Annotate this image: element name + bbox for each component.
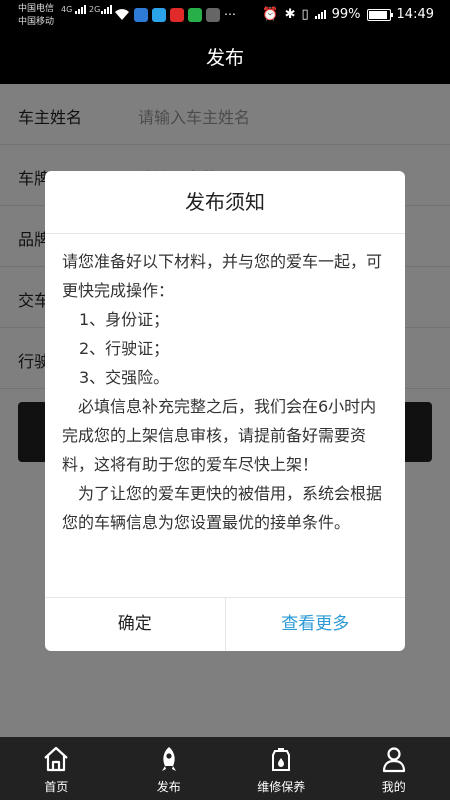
dialog-intro: 请您准备好以下材料，并与您的爱车一起，可更快完成操作：	[62, 252, 383, 300]
tab-mine[interactable]: 我的	[338, 737, 450, 800]
signal-2-icon	[101, 5, 112, 14]
network-type-1: 4G	[61, 5, 73, 14]
confirm-button[interactable]: 确定	[45, 598, 226, 651]
list-item: 3、交强险。	[79, 368, 170, 387]
clock: 14:49	[396, 7, 434, 22]
home-icon	[44, 746, 68, 772]
tab-label: 维修保养	[257, 780, 306, 794]
network-type-2: 2G	[89, 5, 101, 14]
battery-icon	[366, 8, 393, 21]
page-title: 发布	[205, 47, 244, 69]
more-notifications-icon: ⋯	[224, 7, 236, 21]
carrier-info: 中国电信 中国移动	[18, 3, 54, 29]
tab-publish[interactable]: 发布	[113, 737, 226, 800]
user-icon	[382, 747, 405, 773]
app-notification-icon	[134, 8, 148, 22]
app-notification-icon	[206, 8, 220, 22]
tab-label: 我的	[381, 780, 406, 794]
signal-3-icon	[314, 10, 326, 19]
list-item: 2、行驶证；	[79, 339, 170, 358]
app-notification-icon	[188, 8, 202, 22]
network-type: 4G 2G	[61, 5, 112, 14]
tab-label: 发布	[156, 780, 181, 794]
tab-home[interactable]: 首页	[0, 737, 113, 800]
wifi-icon	[115, 9, 129, 20]
view-more-button[interactable]: 查看更多	[226, 598, 406, 651]
signal-icon	[75, 5, 86, 14]
list-item: 1、身份证；	[79, 310, 170, 329]
vibrate-icon: ▯	[301, 7, 309, 22]
dialog-paragraph: 为了让您的爱车更快的被借用，系统会根据您的车辆信息为您设置最优的接单条件。	[62, 484, 383, 532]
tab-maintenance[interactable]: 维修保养	[225, 737, 338, 800]
battery-percent: 99%	[331, 7, 361, 22]
dialog-title: 发布须知	[45, 171, 405, 234]
alarm-icon: ⏰	[262, 7, 279, 22]
tab-label: 首页	[44, 780, 69, 794]
rocket-icon	[161, 747, 176, 771]
status-bar: 中国电信 中国移动 4G 2G ⋯ ⏰ ✱ ▯ 99% 14:49	[0, 0, 450, 32]
notification-icons: ⋯	[134, 8, 238, 22]
app-notification-icon	[170, 8, 184, 22]
carrier-2: 中国移动	[18, 17, 55, 27]
carrier-1: 中国电信	[18, 4, 55, 14]
maintenance-icon	[272, 748, 291, 771]
status-right: ⏰ ✱ ▯ 99% 14:49	[262, 7, 434, 22]
bluetooth-icon: ✱	[284, 7, 296, 22]
title-bar: 发布	[0, 32, 450, 84]
bottom-tab-bar: 首页 发布 维修保养 我的	[0, 737, 450, 800]
dialog-buttons: 确定 查看更多	[45, 597, 405, 651]
dialog-paragraph: 必填信息补充完整之后，我们会在6小时内完成您的上架信息审核，请提前备好需要资料，…	[62, 397, 377, 474]
publish-notice-dialog: 发布须知 请您准备好以下材料，并与您的爱车一起，可更快完成操作： 1、身份证； …	[45, 171, 405, 651]
dialog-body: 请您准备好以下材料，并与您的爱车一起，可更快完成操作： 1、身份证； 2、行驶证…	[62, 247, 392, 537]
app-notification-icon	[152, 8, 166, 22]
